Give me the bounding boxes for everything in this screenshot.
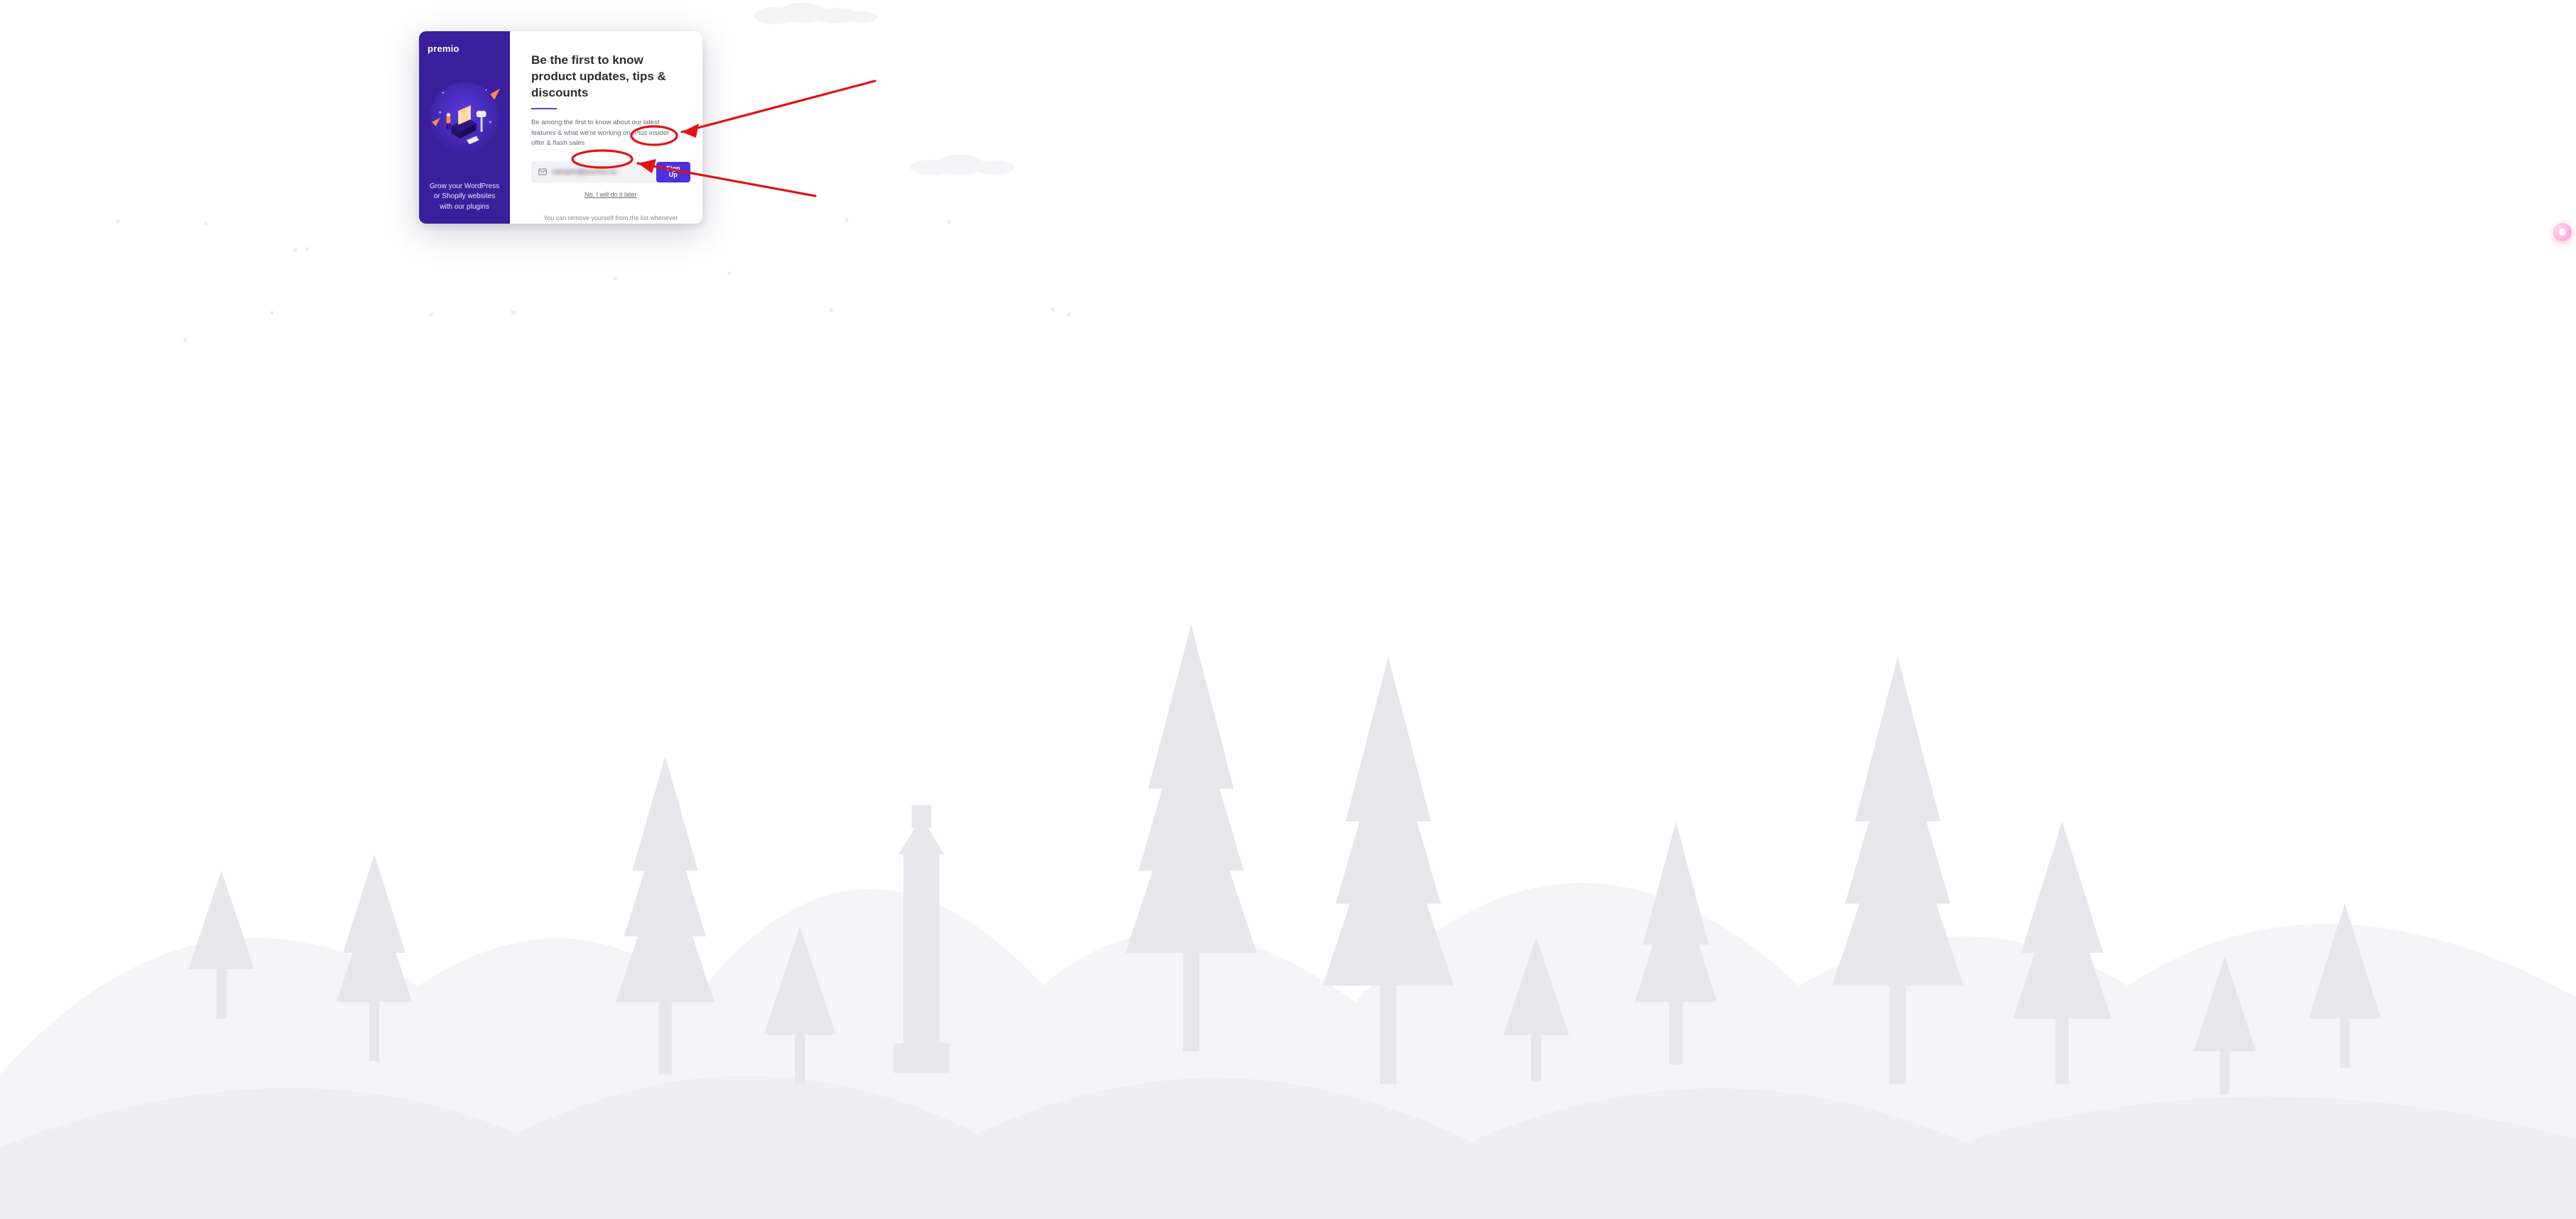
sidebar-tagline: Grow your WordPress or Shopify websites …: [428, 182, 501, 213]
modal-description: Be among the first to know about our lat…: [531, 118, 680, 149]
cloud-decoration: [753, 0, 881, 26]
signup-modal: premio: [419, 31, 702, 224]
help-fab[interactable]: [2553, 223, 2572, 241]
email-signup-row: Sign Up: [531, 162, 690, 182]
do-it-later-link[interactable]: No, I will do it later: [585, 192, 637, 198]
signup-button[interactable]: Sign Up: [656, 162, 690, 182]
modal-title: Be the first to know product updates, ti…: [531, 53, 688, 102]
email-input-wrap[interactable]: [531, 162, 656, 182]
title-underline: [531, 108, 557, 109]
email-input[interactable]: [548, 163, 650, 182]
modal-content: Be the first to know product updates, ti…: [510, 31, 702, 224]
modal-footer-note: You can remove yourself from the list wh…: [540, 214, 682, 224]
mail-icon: [538, 167, 548, 177]
brand-logo: premio: [428, 44, 501, 53]
modal-sidebar: premio: [419, 31, 510, 224]
background-landscape: [0, 0, 2576, 1219]
cloud-decoration: [909, 152, 1030, 177]
help-icon: [2558, 228, 2567, 236]
sidebar-illustration: [428, 53, 501, 182]
